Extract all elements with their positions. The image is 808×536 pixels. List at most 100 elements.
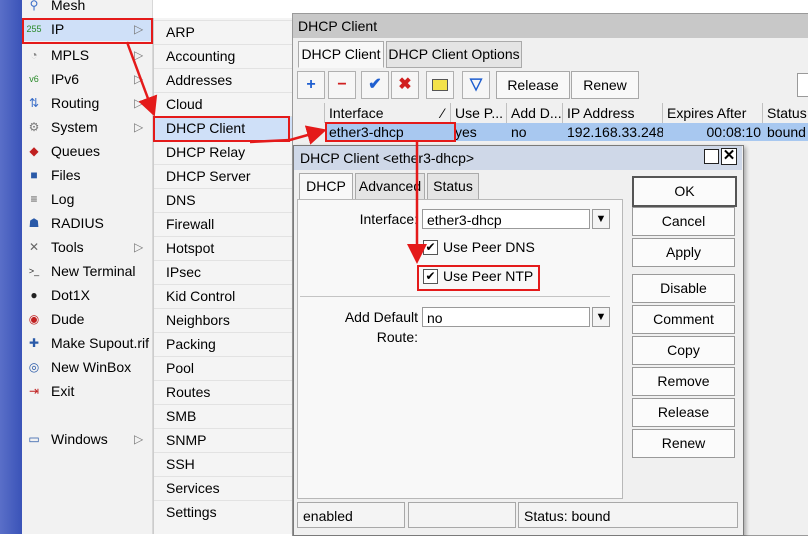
maximize-icon[interactable] xyxy=(704,149,719,164)
tab-advanced[interactable]: Advanced xyxy=(355,173,425,200)
menu-item-windows[interactable]: ▭ Windows ▷ xyxy=(22,428,152,451)
release-button[interactable]: Release xyxy=(632,398,735,427)
submenu-item-addresses[interactable]: Addresses xyxy=(154,68,293,92)
submenu-item-kid-control[interactable]: Kid Control xyxy=(154,284,293,308)
disable-button[interactable]: Disable xyxy=(632,274,735,303)
submenu-item-label: Hotspot xyxy=(166,240,215,256)
submenu-item-ssh[interactable]: SSH xyxy=(154,452,293,476)
submenu-item-arp[interactable]: ARP xyxy=(154,20,293,44)
submenu-item-dhcp-server[interactable]: DHCP Server xyxy=(154,164,293,188)
tab-dhcp-client-options[interactable]: DHCP Client Options xyxy=(386,41,522,68)
sort-icon: ⁄ xyxy=(441,105,444,121)
terminal-icon: >_ xyxy=(28,266,40,276)
submenu-item-packing[interactable]: Packing xyxy=(154,332,293,356)
submenu-item-settings[interactable]: Settings xyxy=(154,500,293,524)
remove-button[interactable]: Remove xyxy=(632,367,735,396)
submenu-item-neighbors[interactable]: Neighbors xyxy=(154,308,293,332)
menu-item-mpls[interactable]: ◔ MPLS ▷ xyxy=(22,44,152,67)
column-header-expires-after[interactable]: Expires After xyxy=(663,103,763,123)
comment-button[interactable]: Comment xyxy=(632,305,735,334)
cancel-button[interactable]: Cancel xyxy=(632,207,735,236)
submenu-item-label: Firewall xyxy=(166,216,215,232)
submenu-item-pool[interactable]: Pool xyxy=(154,356,293,380)
column-header-status[interactable]: Status xyxy=(763,103,808,123)
routing-icon: ⇅ xyxy=(28,96,40,110)
submenu-item-label: DNS xyxy=(166,192,196,208)
apply-button[interactable]: Apply xyxy=(632,238,735,267)
submenu-item-cloud[interactable]: Cloud xyxy=(154,92,293,116)
column-header-interface[interactable]: Interface ⁄ xyxy=(325,103,451,123)
submenu-item-label: ARP xyxy=(166,24,195,40)
menu-item-new-winbox[interactable]: ◎ New WinBox xyxy=(22,356,152,379)
menu-item-routing[interactable]: ⇅ Routing ▷ xyxy=(22,92,152,115)
renew-button[interactable]: Renew xyxy=(632,429,735,458)
status-bound: Status: bound xyxy=(518,502,738,528)
submenu-item-accounting[interactable]: Accounting xyxy=(154,44,293,68)
submenu-item-label: Neighbors xyxy=(166,312,230,328)
menu-item-dude[interactable]: ◉ Dude xyxy=(22,308,152,331)
submenu-item-label: Addresses xyxy=(166,72,233,88)
main-menu: ⚲ Mesh 255 IP ▷ ◔ MPLS ▷ v6 IPv6 ▷ ⇅ Routing ▷ ⚙ System… xyxy=(22,0,153,534)
release-toolbar-button[interactable]: Release xyxy=(496,71,570,99)
use-peer-dns-checkbox[interactable]: ✔ xyxy=(423,240,438,255)
submenu-item-snmp[interactable]: SNMP xyxy=(154,428,293,452)
filter-icon[interactable]: ▽ xyxy=(462,71,490,99)
menu-item-ipv6[interactable]: v6 IPv6 ▷ xyxy=(22,68,152,91)
tab-status[interactable]: Status xyxy=(427,173,479,200)
ipv6-icon: v6 xyxy=(29,74,39,84)
column-header-add-default[interactable]: Add D... xyxy=(507,103,563,123)
menu-item-exit[interactable]: ⇥ Exit xyxy=(22,380,152,403)
find-input[interactable] xyxy=(797,73,808,97)
column-header-use-peer[interactable]: Use P... xyxy=(451,103,507,123)
submenu-item-label: SSH xyxy=(166,456,195,472)
ok-button[interactable]: OK xyxy=(632,176,737,207)
submenu-item-hotspot[interactable]: Hotspot xyxy=(154,236,293,260)
close-icon[interactable]: ✕ xyxy=(721,148,737,165)
menu-item-files[interactable]: ■ Files xyxy=(22,164,152,187)
ip-submenu: ARP Accounting Addresses Cloud DHCP Client DH… xyxy=(153,18,293,534)
submenu-arrow-icon: ▷ xyxy=(134,72,144,86)
remove-icon[interactable]: − xyxy=(328,71,356,99)
menu-item-label: Exit xyxy=(51,383,75,399)
menu-item-label: Routing xyxy=(51,95,100,111)
dialog-titlebar[interactable]: DHCP Client <ether3-dhcp> ✕ xyxy=(294,146,742,170)
tab-dhcp-client[interactable]: DHCP Client xyxy=(298,41,384,68)
submenu-item-dhcp-relay[interactable]: DHCP Relay xyxy=(154,140,293,164)
submenu-item-smb[interactable]: SMB xyxy=(154,404,293,428)
submenu-item-routes[interactable]: Routes xyxy=(154,380,293,404)
menu-item-radius[interactable]: ☗ RADIUS xyxy=(22,212,152,235)
submenu-item-label: DHCP Server xyxy=(166,168,251,184)
submenu-item-firewall[interactable]: Firewall xyxy=(154,212,293,236)
add-icon[interactable]: + xyxy=(297,71,325,99)
disable-x-icon[interactable]: ✖ xyxy=(391,71,419,99)
submenu-item-services[interactable]: Services xyxy=(154,476,293,500)
menu-item-mesh[interactable]: ⚲ Mesh xyxy=(22,0,152,17)
menu-item-queues[interactable]: ◆ Queues xyxy=(22,140,152,163)
submenu-arrow-icon: ▷ xyxy=(134,96,144,110)
submenu-arrow-icon: ▷ xyxy=(134,120,144,134)
queues-icon: ◆ xyxy=(29,144,39,158)
chevron-down-icon[interactable]: ▼ xyxy=(592,307,610,327)
renew-toolbar-button[interactable]: Renew xyxy=(571,71,639,99)
menu-item-system[interactable]: ⚙ System ▷ xyxy=(22,116,152,139)
menu-item-log[interactable]: ≡ Log xyxy=(22,188,152,211)
menu-item-label: Queues xyxy=(51,143,101,159)
add-default-route-label: Add Default Route: xyxy=(344,309,418,345)
column-header-ip-address[interactable]: IP Address xyxy=(563,103,663,123)
copy-button[interactable]: Copy xyxy=(632,336,735,365)
menu-item-make-supout-rif[interactable]: ✚ Make Supout.rif xyxy=(22,332,152,355)
add-default-route-field[interactable]: no xyxy=(422,307,590,327)
menu-item-dot1x[interactable]: ● Dot1X xyxy=(22,284,152,307)
window-titlebar[interactable]: DHCP Client xyxy=(293,14,808,38)
column-header-flags xyxy=(297,103,325,123)
status-empty xyxy=(408,502,516,528)
menu-item-tools[interactable]: ✕ Tools ▷ xyxy=(22,236,152,259)
tab-dhcp[interactable]: DHCP xyxy=(299,173,353,200)
chevron-down-icon[interactable]: ▼ xyxy=(592,209,610,229)
submenu-item-ipsec[interactable]: IPsec xyxy=(154,260,293,284)
comment-note-icon[interactable] xyxy=(426,71,454,99)
menu-item-new-terminal[interactable]: >_ New Terminal xyxy=(22,260,152,283)
interface-field[interactable]: ether3-dhcp xyxy=(422,209,590,229)
enable-check-icon[interactable]: ✔ xyxy=(361,71,389,99)
submenu-item-dns[interactable]: DNS xyxy=(154,188,293,212)
